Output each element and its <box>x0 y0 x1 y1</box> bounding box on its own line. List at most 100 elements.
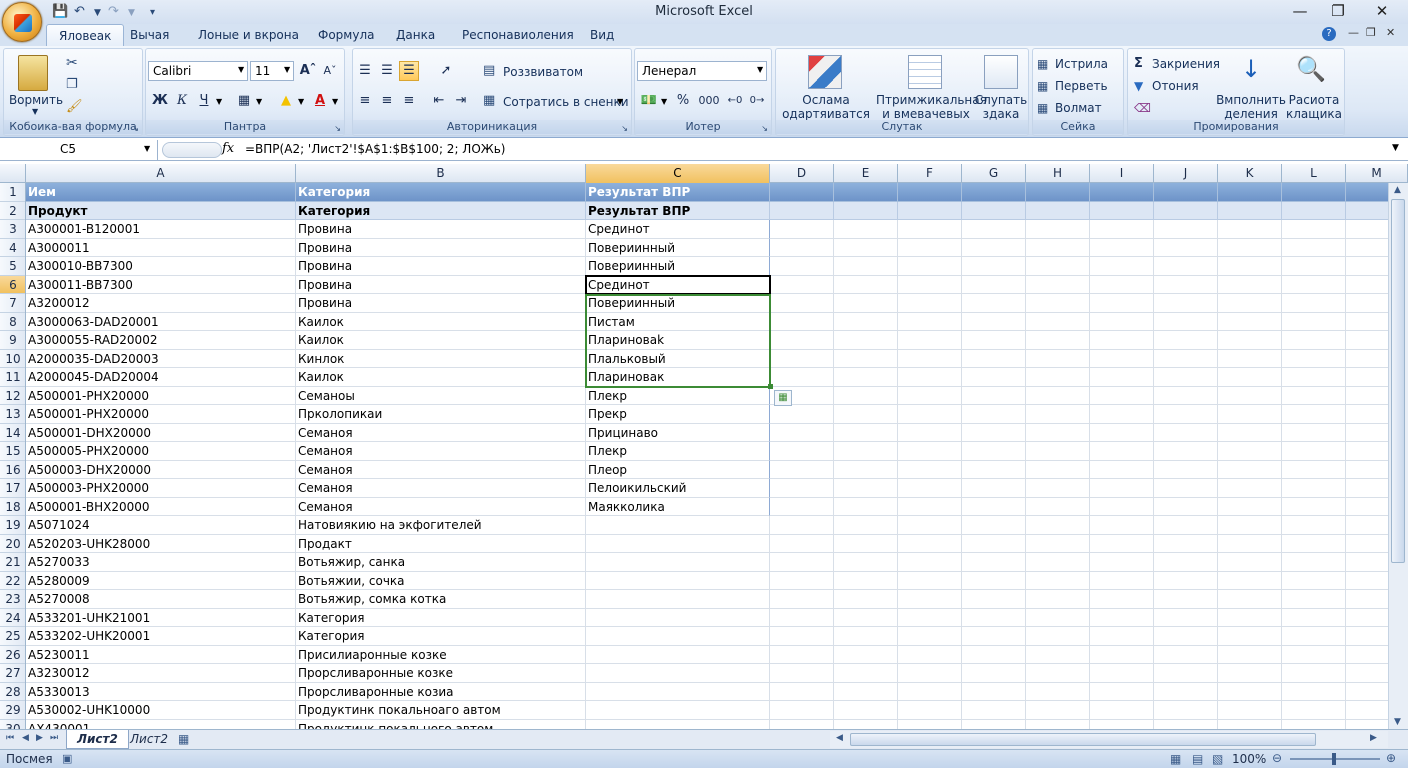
cell-empty[interactable] <box>1154 571 1218 590</box>
cell-empty[interactable] <box>898 664 962 683</box>
conditional-format-icon[interactable] <box>808 55 842 89</box>
cell-empty[interactable] <box>962 627 1026 646</box>
zoom-level[interactable]: 100% <box>1232 752 1266 766</box>
minimize-icon[interactable]: — <box>1280 2 1320 22</box>
cell-a[interactable]: A5330013 <box>26 682 296 701</box>
cell-empty[interactable] <box>770 331 834 350</box>
align-left-icon[interactable]: ≡ <box>355 91 375 111</box>
row-header[interactable]: 20 <box>0 535 25 553</box>
cell-empty[interactable] <box>834 423 898 442</box>
cell-c[interactable]: Срединот <box>586 275 770 294</box>
cell-empty[interactable] <box>1026 608 1090 627</box>
cell-empty[interactable] <box>1154 516 1218 535</box>
row-header[interactable]: 29 <box>0 701 25 720</box>
tab-formulas[interactable]: Формула <box>306 24 386 46</box>
cell-empty[interactable] <box>1026 479 1090 498</box>
cell-empty[interactable] <box>1026 571 1090 590</box>
row-header[interactable]: 3 <box>0 220 25 239</box>
format-painter-icon[interactable]: 🖌 <box>66 99 83 114</box>
cell-b[interactable]: Продуктинк покального автом <box>296 719 586 729</box>
cell-c[interactable] <box>586 534 770 553</box>
cell-a[interactable]: AX430001 <box>26 719 296 729</box>
font-name-combo[interactable]: Calibri <box>148 61 248 81</box>
cell-c[interactable]: Пистам <box>586 312 770 331</box>
cell-empty[interactable] <box>834 275 898 294</box>
cell-empty[interactable] <box>1282 645 1346 664</box>
cell-c[interactable]: Маякколика <box>586 497 770 516</box>
cell-empty[interactable] <box>770 238 834 257</box>
cell-empty[interactable] <box>834 405 898 424</box>
thousands-button[interactable]: 000 <box>695 91 723 111</box>
cell-b[interactable]: Натовиякию на экфогителей <box>296 516 586 535</box>
shrink-font-icon[interactable]: Aˇ <box>320 61 340 81</box>
cell-empty[interactable] <box>1282 423 1346 442</box>
cell-empty[interactable] <box>1218 608 1282 627</box>
cell-empty[interactable] <box>1218 386 1282 405</box>
cell-c[interactable]: Плальковый <box>586 349 770 368</box>
cell-empty[interactable] <box>834 497 898 516</box>
cell-empty[interactable] <box>1026 312 1090 331</box>
cell-empty[interactable] <box>1218 682 1282 701</box>
cell-empty[interactable] <box>834 571 898 590</box>
redo-icon[interactable]: ↷ <box>108 4 119 19</box>
cell-a[interactable]: A533201-UHK21001 <box>26 608 296 627</box>
cell-empty[interactable] <box>1346 720 1388 730</box>
cell-empty[interactable] <box>1090 553 1154 572</box>
cell-empty[interactable] <box>1218 349 1282 368</box>
paste-dropdown-icon[interactable]: ▼ <box>32 105 38 119</box>
currency-icon[interactable]: 💵 <box>639 91 659 111</box>
cell-c[interactable] <box>586 664 770 683</box>
percent-button[interactable]: % <box>673 91 693 111</box>
insert-cells-icon[interactable]: ▦ <box>1037 57 1048 71</box>
cell-empty[interactable] <box>1218 294 1282 313</box>
cell-empty[interactable] <box>1282 479 1346 498</box>
grow-font-icon[interactable]: Aˆ <box>298 61 318 81</box>
copy-icon[interactable]: ❐ <box>66 77 78 92</box>
decrease-decimal-icon[interactable]: 0→ <box>747 91 767 111</box>
autosum-icon[interactable]: Σ <box>1134 56 1143 71</box>
cell-empty[interactable] <box>1026 627 1090 646</box>
cell-empty[interactable] <box>962 201 1026 220</box>
cell-empty[interactable] <box>1154 238 1218 257</box>
cell-c[interactable]: Повериинный <box>586 238 770 257</box>
cell-c[interactable]: Пелоикильский <box>586 479 770 498</box>
cell-empty[interactable] <box>1282 682 1346 701</box>
column-header-i[interactable]: I <box>1090 164 1154 183</box>
cell-empty[interactable] <box>1026 423 1090 442</box>
cell-empty[interactable] <box>1090 294 1154 313</box>
cell-empty[interactable] <box>770 553 834 572</box>
cell-a[interactable]: A5230011 <box>26 645 296 664</box>
cell-empty[interactable] <box>770 460 834 479</box>
cell-empty[interactable] <box>1090 701 1154 720</box>
cell-c[interactable]: Прекр <box>586 405 770 424</box>
cell-empty[interactable] <box>1346 572 1388 590</box>
row-header[interactable]: 28 <box>0 683 25 701</box>
row-header[interactable]: 1 <box>0 183 25 202</box>
cell-empty[interactable] <box>834 682 898 701</box>
column-header-j[interactable]: J <box>1154 164 1218 183</box>
cell-b[interactable]: Каилок <box>296 312 586 331</box>
undo-icon[interactable]: ↶ <box>74 4 85 19</box>
fill-icon[interactable]: ▼ <box>1134 79 1143 93</box>
cell-empty[interactable] <box>1026 701 1090 720</box>
cell-a[interactable]: A500001-BHX20000 <box>26 497 296 516</box>
align-bottom-icon[interactable]: ☰ <box>399 61 419 81</box>
close-icon[interactable]: ✕ <box>1362 2 1402 22</box>
cell-empty[interactable] <box>962 553 1026 572</box>
cell-empty[interactable] <box>1026 719 1090 729</box>
cell-empty[interactable] <box>1346 627 1388 646</box>
cell-b[interactable]: Провина <box>296 257 586 276</box>
zoom-out-icon[interactable]: ⊖ <box>1272 751 1282 765</box>
column-header-b[interactable]: B <box>296 164 586 183</box>
cell-empty[interactable] <box>898 312 962 331</box>
cell-empty[interactable] <box>1346 424 1388 442</box>
cell-b[interactable]: Семаноя <box>296 497 586 516</box>
cell-empty[interactable] <box>1154 183 1218 202</box>
cell-c[interactable]: Плекр <box>586 386 770 405</box>
tab-data[interactable]: Данка <box>384 24 447 46</box>
align-middle-icon[interactable]: ☰ <box>377 61 397 81</box>
row-header[interactable]: 4 <box>0 239 25 257</box>
cell-empty[interactable] <box>898 275 962 294</box>
cell-styles-button-line2[interactable]: здака <box>972 107 1030 121</box>
cell-empty[interactable] <box>962 183 1026 202</box>
